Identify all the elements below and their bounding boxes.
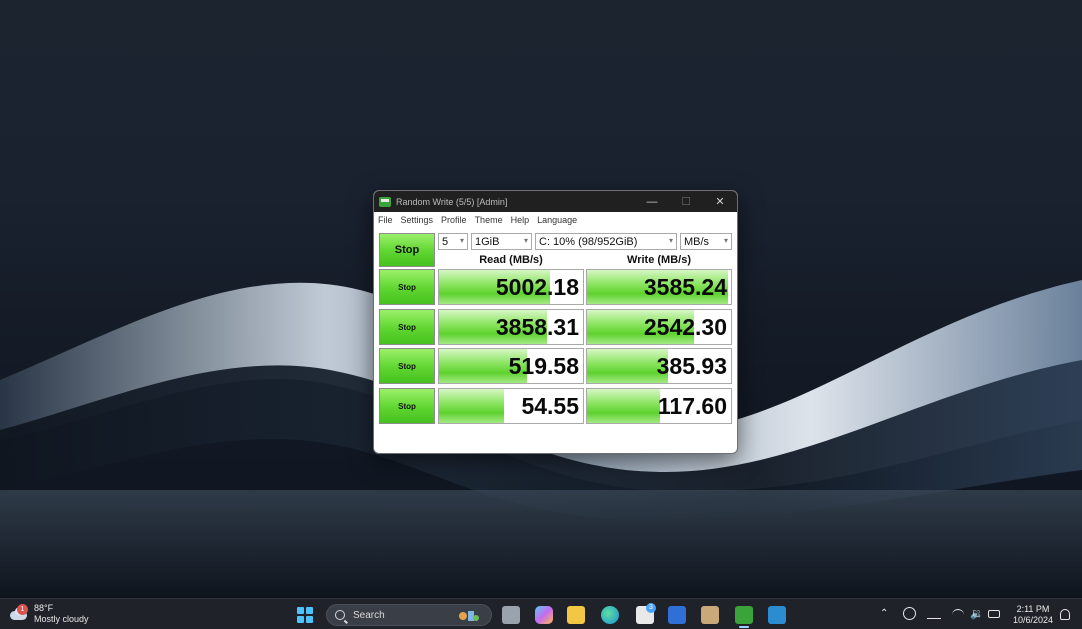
menu-file[interactable]: File xyxy=(378,215,393,225)
weather-desc: Mostly cloudy xyxy=(34,614,89,624)
close-button[interactable]: ✕ xyxy=(703,191,737,212)
read-result-value: 54.55 xyxy=(521,393,579,419)
chevron-down-icon: ▾ xyxy=(459,236,464,245)
sync-icon[interactable] xyxy=(903,607,916,620)
write-result-cell: 3585.24 xyxy=(586,269,732,305)
write-result-cell: 385.93 xyxy=(586,348,732,384)
write-result-bar xyxy=(587,389,661,423)
write-header: Write (MB/s) xyxy=(627,254,691,266)
crystaldiskmark-icon[interactable] xyxy=(735,606,753,624)
stop-all-button[interactable]: Stop xyxy=(379,233,435,267)
read-result-cell: 3858.31 xyxy=(438,309,584,345)
unit-value: MB/s xyxy=(684,235,710,248)
size-value: 1GiB xyxy=(475,235,500,248)
menu-language[interactable]: Language xyxy=(537,215,577,225)
menu-theme[interactable]: Theme xyxy=(475,215,503,225)
search-box[interactable]: Search xyxy=(326,604,492,626)
unit-select[interactable]: MB/s ▾ xyxy=(680,233,732,250)
write-result-value: 385.93 xyxy=(656,353,727,379)
app-icon-a[interactable] xyxy=(668,606,686,624)
copilot-icon[interactable] xyxy=(535,606,553,624)
read-result-value: 5002.18 xyxy=(495,274,579,300)
row-stop-button[interactable]: Stop xyxy=(379,388,435,424)
row-stop-button[interactable]: Stop xyxy=(379,309,435,345)
chevron-down-icon: ▾ xyxy=(523,236,528,245)
menu-help[interactable]: Help xyxy=(511,215,530,225)
cloud-offline-icon[interactable] xyxy=(927,607,941,619)
write-result-cell: 2542.30 xyxy=(586,309,732,345)
row-stop-button[interactable]: Stop xyxy=(379,348,435,384)
chevron-down-icon: ▾ xyxy=(723,236,728,245)
read-result-bar xyxy=(439,389,504,423)
edge-browser-icon[interactable] xyxy=(601,606,619,624)
write-result-value: 3585.24 xyxy=(643,274,727,300)
count-select[interactable]: 5 ▾ xyxy=(438,233,468,250)
drive-value: C: 10% (98/952GiB) xyxy=(539,235,638,248)
clock-date: 10/6/2024 xyxy=(1012,615,1054,625)
read-result-cell: 54.55 xyxy=(438,388,584,424)
title-bar[interactable]: Random Write (5/5) [Admin] — ☐ ✕ xyxy=(374,191,737,212)
photos-icon[interactable] xyxy=(768,606,786,624)
clock-time: 2:11 PM xyxy=(1016,604,1050,614)
start-button[interactable] xyxy=(297,607,313,623)
read-result-cell: 5002.18 xyxy=(438,269,584,305)
benchmark-window: Random Write (5/5) [Admin] — ☐ ✕ File Se… xyxy=(373,190,738,454)
window-title: Random Write (5/5) [Admin] xyxy=(396,196,508,207)
minimize-button[interactable]: — xyxy=(635,191,669,212)
app-disk-icon xyxy=(379,196,391,208)
task-view-icon[interactable] xyxy=(502,606,520,624)
drive-select[interactable]: C: 10% (98/952GiB) ▾ xyxy=(535,233,677,250)
app-icon-cube[interactable] xyxy=(701,606,719,624)
write-result-cell: 117.60 xyxy=(586,388,732,424)
volume-icon[interactable]: 🔉 xyxy=(970,607,984,620)
windows-logo-icon xyxy=(297,607,304,614)
read-result-value: 3858.31 xyxy=(495,314,579,340)
weather-temp: 88°F xyxy=(34,603,54,613)
chevron-up-icon[interactable]: ⌃ xyxy=(880,608,888,619)
search-placeholder: Search xyxy=(353,609,385,621)
maximize-button[interactable]: ☐ xyxy=(669,191,703,212)
wifi-icon[interactable] xyxy=(952,609,964,618)
write-result-bar xyxy=(587,349,668,383)
write-result-value: 117.60 xyxy=(657,393,727,419)
search-icon xyxy=(335,610,345,620)
write-result-value: 2542.30 xyxy=(643,314,727,340)
notification-bell-icon[interactable] xyxy=(1060,609,1070,620)
taskbar: 88°F Mostly cloudy 1 Search 3 ⌃ 🔉 2:11 P… xyxy=(0,598,1082,629)
store-badge: 3 xyxy=(646,603,656,613)
system-clock[interactable]: 2:11 PM 10/6/2024 xyxy=(1011,604,1055,626)
menu-bar: File Settings Profile Theme Help Languag… xyxy=(374,212,737,228)
running-indicator xyxy=(739,626,749,628)
count-value: 5 xyxy=(442,235,449,248)
read-result-value: 519.58 xyxy=(508,353,579,379)
menu-profile[interactable]: Profile xyxy=(441,215,467,225)
file-explorer-icon[interactable] xyxy=(567,606,585,624)
weather-badge: 1 xyxy=(17,604,28,615)
battery-icon[interactable] xyxy=(988,610,1000,618)
read-header: Read (MB/s) xyxy=(479,254,543,266)
row-stop-button[interactable]: Stop xyxy=(379,269,435,305)
size-select[interactable]: 1GiB ▾ xyxy=(471,233,532,250)
read-result-cell: 519.58 xyxy=(438,348,584,384)
chevron-down-icon: ▾ xyxy=(668,236,673,245)
search-highlight-icon xyxy=(459,611,479,621)
menu-settings[interactable]: Settings xyxy=(401,215,434,225)
